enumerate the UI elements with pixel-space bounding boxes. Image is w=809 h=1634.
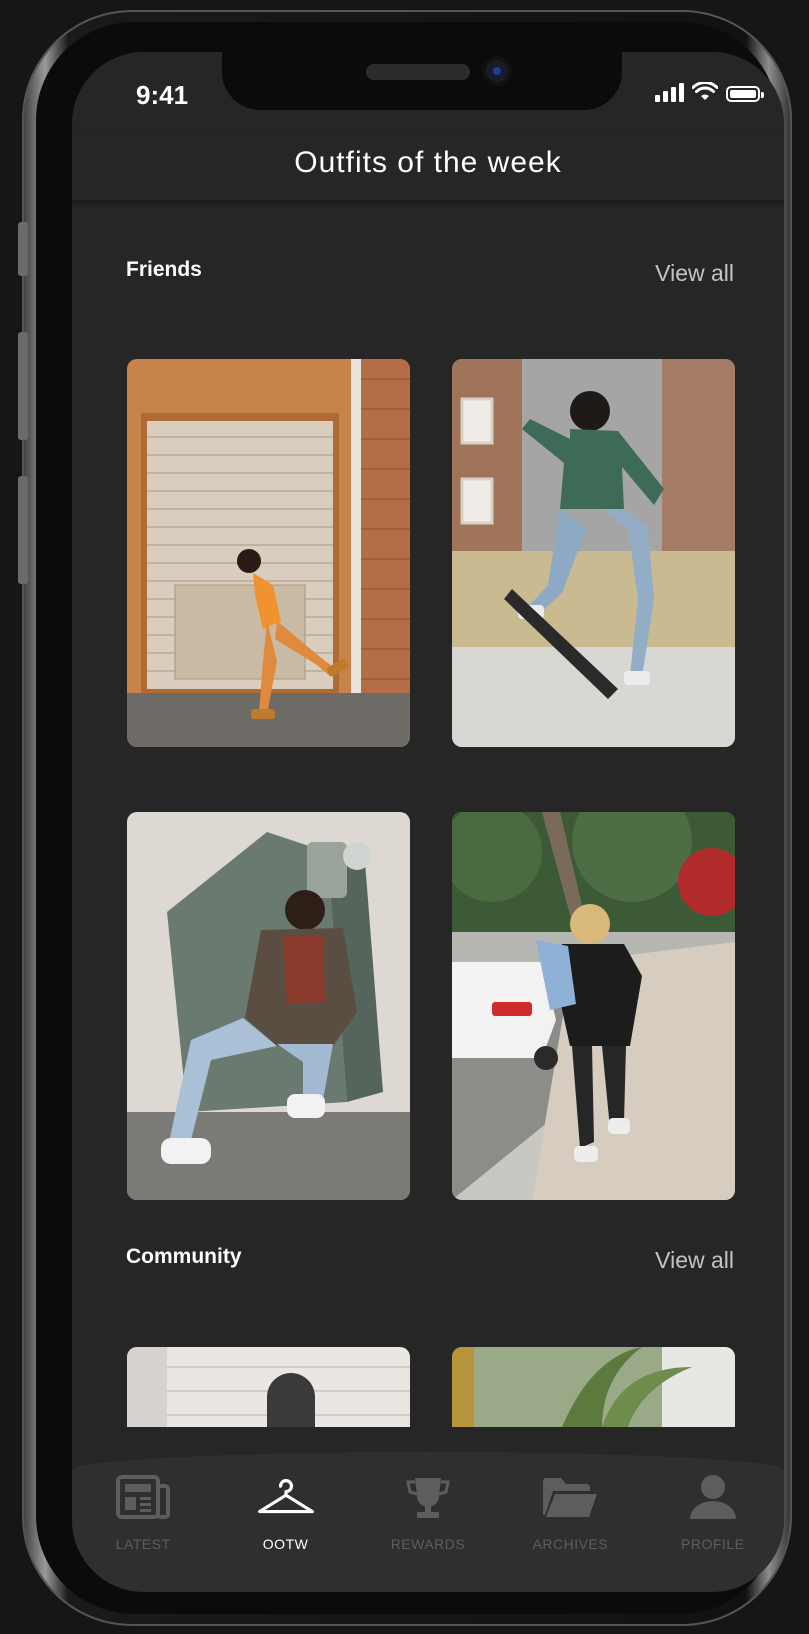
tab-ootw[interactable]: OOTW [221,1452,351,1552]
status-time: 9:41 [136,80,189,110]
section-title-friends: Friends [126,258,202,281]
outfit-photo [452,359,735,747]
community-photo-1[interactable] [127,1347,410,1427]
app-screen: 9:41 Outfits of the week Friends View al… [72,52,784,1592]
battery-icon [726,86,764,102]
page-title: Outfits of the week [294,146,562,179]
notch [222,52,622,110]
speaker-grille [366,64,470,80]
cellular-signal-icon [655,82,684,102]
newspaper-icon [113,1472,173,1522]
outfit-photo [452,1347,735,1427]
tab-label: LATEST [115,1536,171,1552]
bottom-tab-bar: LATEST OOTW REWARDS ARCHIVES PROFILE [72,1452,784,1592]
outfit-photo [127,812,410,1200]
tab-label: OOTW [262,1536,309,1552]
outfit-photo [127,359,410,747]
outfit-photo [127,1347,410,1427]
tab-latest[interactable]: LATEST [78,1452,208,1552]
volume-up-button [18,332,28,440]
tab-label: ARCHIVES [532,1536,609,1552]
friends-photo-3[interactable] [127,812,410,1200]
tab-archives[interactable]: ARCHIVES [505,1452,635,1552]
wifi-icon [692,82,718,100]
tab-label: REWARDS [390,1536,466,1552]
tab-label: PROFILE [681,1536,745,1552]
folder-icon [540,1472,600,1522]
volume-down-button [18,476,28,584]
section-title-community: Community [126,1245,242,1268]
trophy-icon [398,1472,458,1522]
community-photo-2[interactable] [452,1347,735,1427]
tab-rewards[interactable]: REWARDS [363,1452,493,1552]
front-camera [486,60,508,82]
status-icons [655,82,764,102]
friends-view-all-link[interactable]: View all [655,260,734,287]
friends-photo-1[interactable] [127,359,410,747]
friends-photo-2[interactable] [452,359,735,747]
friends-photo-4[interactable] [452,812,735,1200]
mute-switch [18,222,28,276]
user-icon [683,1472,743,1522]
community-view-all-link[interactable]: View all [655,1247,734,1274]
header-bar: Outfits of the week [72,130,784,200]
outfit-photo [452,812,735,1200]
tab-profile[interactable]: PROFILE [648,1452,778,1552]
hanger-icon [256,1472,316,1522]
